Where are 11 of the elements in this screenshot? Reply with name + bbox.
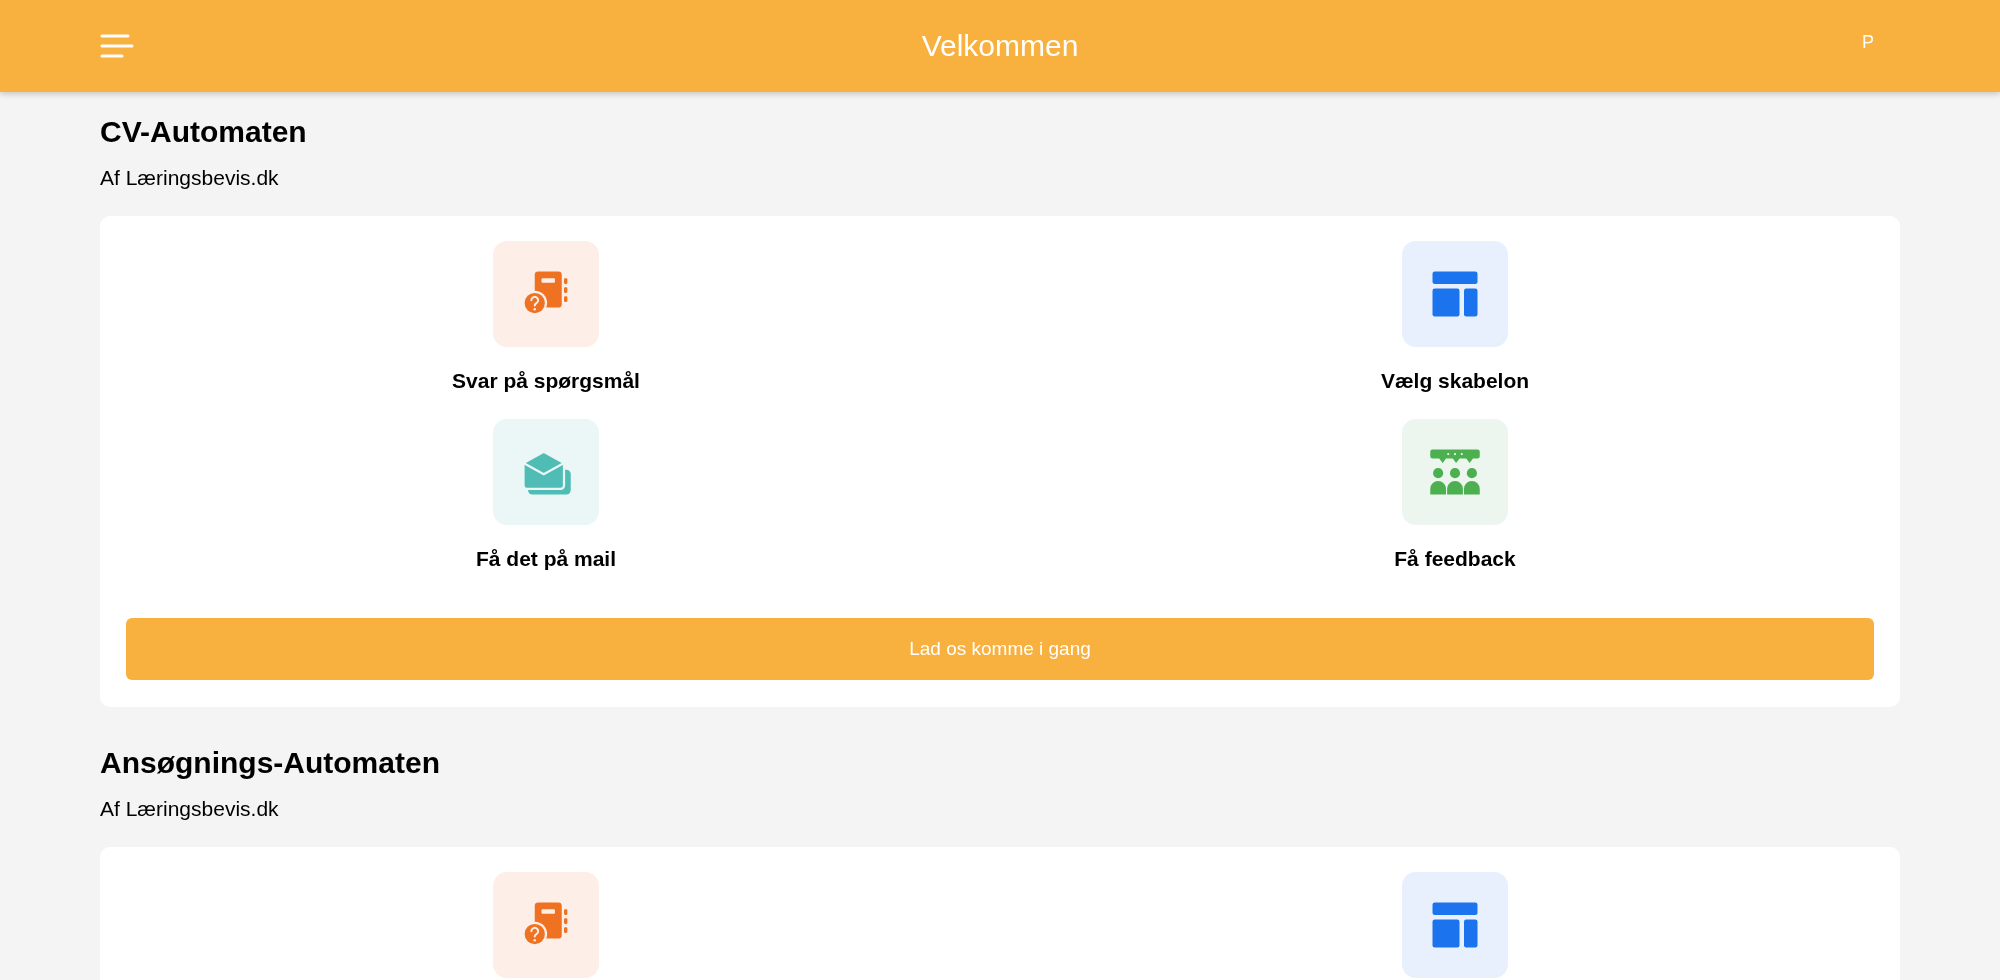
feature-button[interactable]: Svar på spørgsmål (126, 241, 966, 393)
section-title: Ansøgnings-Automaten (100, 745, 441, 781)
feature-button[interactable]: Få feedback (1035, 419, 1875, 571)
feature-button[interactable]: Få det på mail (126, 419, 966, 571)
section-title: CV-Automaten (100, 114, 308, 150)
feature-button[interactable]: Vælg skabelon (1035, 241, 1875, 393)
author-text: Af Læringsbevis.dk (100, 166, 280, 190)
author-text: Af Læringsbevis.dk (100, 797, 280, 821)
menu-icon (100, 32, 134, 60)
menu-button[interactable] (100, 32, 134, 60)
page-title: Velkommen (921, 29, 1079, 63)
